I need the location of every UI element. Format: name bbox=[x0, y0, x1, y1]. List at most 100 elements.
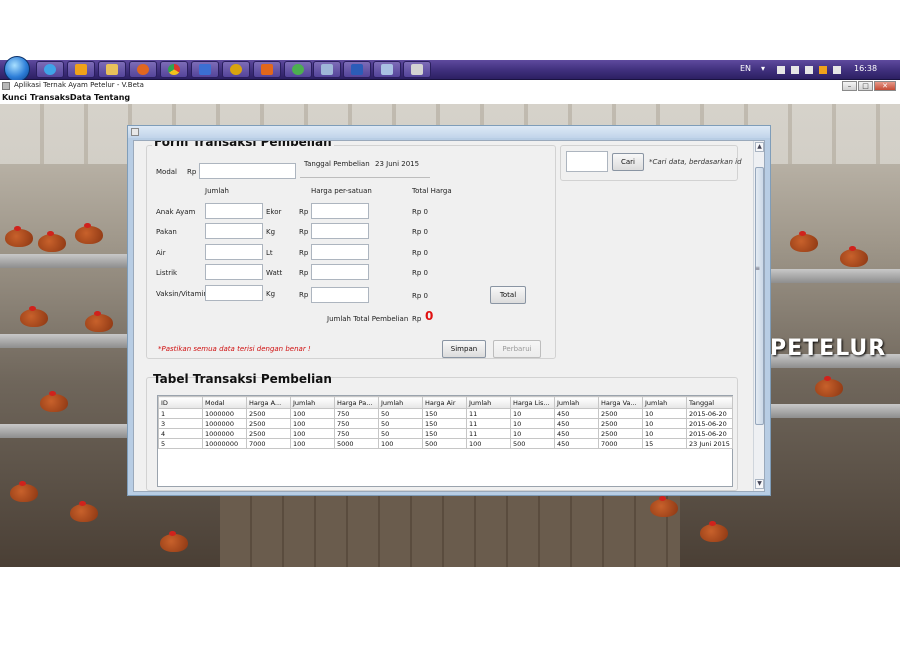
table-row[interactable]: 5 10000000 7000 100 5000 100 500 100 500… bbox=[158, 438, 733, 449]
menu-transaksi[interactable]: Transaksi bbox=[30, 93, 73, 102]
table-cell: 2500 bbox=[598, 428, 643, 439]
app-title: Aplikasi Ternak Ayam Petelur - V.Beta bbox=[14, 81, 144, 89]
column-header[interactable]: Jumlah bbox=[378, 396, 423, 409]
total-button[interactable]: Total bbox=[490, 286, 526, 304]
column-header[interactable]: Jumlah bbox=[554, 396, 599, 409]
scrollbar-thumb[interactable] bbox=[755, 167, 764, 425]
column-header[interactable]: Jumlah bbox=[290, 396, 335, 409]
flag-icon[interactable] bbox=[833, 66, 841, 74]
menu-kunci[interactable]: Kunci bbox=[2, 93, 27, 102]
jumlah-input[interactable] bbox=[205, 264, 263, 280]
harga-input[interactable] bbox=[311, 264, 369, 280]
column-header[interactable]: Jumlah bbox=[642, 396, 687, 409]
table-cell: 100 bbox=[290, 438, 335, 449]
table-cell: 2500 bbox=[246, 418, 291, 429]
menu-tentang[interactable]: Tentang bbox=[94, 93, 130, 102]
scroll-up-icon[interactable]: ▲ bbox=[755, 142, 764, 152]
battery-icon[interactable] bbox=[777, 66, 785, 74]
table-cell: 15 bbox=[642, 438, 687, 449]
security-icon[interactable] bbox=[191, 61, 219, 78]
total-value: Rp 0 bbox=[412, 208, 428, 216]
table-cell: 100 bbox=[290, 418, 335, 429]
frame-scrollbar[interactable]: ▲ ≡ ▼ bbox=[753, 141, 764, 491]
row-label: Anak Ayam bbox=[156, 208, 196, 216]
simpan-button[interactable]: Simpan bbox=[442, 340, 486, 358]
clock[interactable]: 16:38 bbox=[854, 64, 877, 73]
harga-currency: Rp bbox=[299, 208, 309, 216]
java-app-icon[interactable] bbox=[403, 61, 431, 78]
close-button[interactable]: ✕ bbox=[874, 81, 896, 91]
files-icon[interactable] bbox=[313, 61, 341, 78]
minimize-button[interactable]: – bbox=[842, 81, 857, 91]
divider bbox=[300, 177, 430, 178]
language-indicator[interactable]: EN bbox=[740, 64, 751, 73]
explorer-icon[interactable] bbox=[98, 61, 126, 78]
column-header[interactable]: Tanggal bbox=[686, 396, 733, 409]
table-row[interactable]: 3 1000000 2500 100 750 50 150 11 10 450 … bbox=[158, 418, 733, 429]
chevron-up-icon[interactable]: ▾ bbox=[761, 64, 765, 73]
keyboard-icon[interactable] bbox=[373, 61, 401, 78]
column-header[interactable]: Harga A... bbox=[246, 396, 291, 409]
network-icon[interactable] bbox=[284, 61, 312, 78]
jumlah-input[interactable] bbox=[205, 244, 263, 260]
column-header[interactable]: Harga Lis... bbox=[510, 396, 555, 409]
col-harga: Harga per-satuan bbox=[311, 187, 372, 195]
table-cell: 11 bbox=[466, 428, 511, 439]
column-header[interactable]: Harga Air bbox=[422, 396, 467, 409]
table-cell: 1 bbox=[158, 408, 203, 419]
frame-titlebar[interactable] bbox=[128, 126, 770, 138]
column-header[interactable]: Harga Pa... bbox=[334, 396, 379, 409]
scroll-down-icon[interactable]: ▼ bbox=[755, 479, 764, 489]
table-cell: 10 bbox=[510, 428, 555, 439]
row-label: Listrik bbox=[156, 269, 178, 277]
harga-currency: Rp bbox=[299, 269, 309, 277]
harga-input[interactable] bbox=[311, 223, 369, 239]
table-row[interactable]: 1 1000000 2500 100 750 50 150 11 10 450 … bbox=[158, 408, 733, 419]
jumlah-input[interactable] bbox=[205, 203, 263, 219]
column-header[interactable]: ID bbox=[158, 396, 203, 409]
ie-icon[interactable] bbox=[36, 61, 64, 78]
table-cell: 750 bbox=[334, 418, 379, 429]
column-header[interactable]: Harga Va... bbox=[598, 396, 643, 409]
start-orb-icon[interactable] bbox=[4, 56, 30, 82]
perbarui-button[interactable]: Perbarui bbox=[493, 340, 541, 358]
harga-input[interactable] bbox=[311, 203, 369, 219]
chrome-icon[interactable] bbox=[160, 61, 188, 78]
unit-label: Lt bbox=[266, 249, 273, 257]
network-tray-icon[interactable] bbox=[791, 66, 799, 74]
maximize-button[interactable]: □ bbox=[858, 81, 873, 91]
table-cell: 150 bbox=[422, 418, 467, 429]
office-icon[interactable] bbox=[253, 61, 281, 78]
column-header[interactable]: Modal bbox=[202, 396, 247, 409]
unit-label: Ekor bbox=[266, 208, 282, 216]
word-icon[interactable] bbox=[343, 61, 371, 78]
table-cell: 50 bbox=[378, 428, 423, 439]
table-cell: 750 bbox=[334, 408, 379, 419]
column-header[interactable]: Jumlah bbox=[466, 396, 511, 409]
table-cell: 500 bbox=[422, 438, 467, 449]
table-cell: 450 bbox=[554, 408, 599, 419]
jumlah-total-currency: Rp bbox=[412, 315, 422, 323]
search-id-input[interactable] bbox=[566, 151, 608, 172]
firefox-icon[interactable] bbox=[129, 61, 157, 78]
modal-currency: Rp bbox=[187, 168, 197, 176]
harga-input[interactable] bbox=[311, 287, 369, 303]
media-icon[interactable] bbox=[67, 61, 95, 78]
jumlah-input[interactable] bbox=[205, 223, 263, 239]
unit-label: Kg bbox=[266, 290, 276, 298]
update-icon[interactable] bbox=[819, 66, 827, 74]
form-title: Form Transaksi Pembelian bbox=[152, 141, 334, 149]
jumlah-input[interactable] bbox=[205, 285, 263, 301]
table-cell: 10 bbox=[642, 418, 687, 429]
total-value: Rp 0 bbox=[412, 292, 428, 300]
app-icon[interactable] bbox=[222, 61, 250, 78]
unit-label: Watt bbox=[266, 269, 283, 277]
menu-data[interactable]: Data bbox=[70, 93, 91, 102]
modal-input[interactable] bbox=[199, 163, 296, 179]
table-row[interactable]: 4 1000000 2500 100 750 50 150 11 10 450 … bbox=[158, 428, 733, 439]
transaksi-table[interactable]: ID Modal Harga A... Jumlah Harga Pa... J… bbox=[158, 396, 733, 449]
table-cell: 2500 bbox=[598, 418, 643, 429]
volume-icon[interactable] bbox=[805, 66, 813, 74]
cari-button[interactable]: Cari bbox=[612, 153, 644, 171]
harga-input[interactable] bbox=[311, 244, 369, 260]
